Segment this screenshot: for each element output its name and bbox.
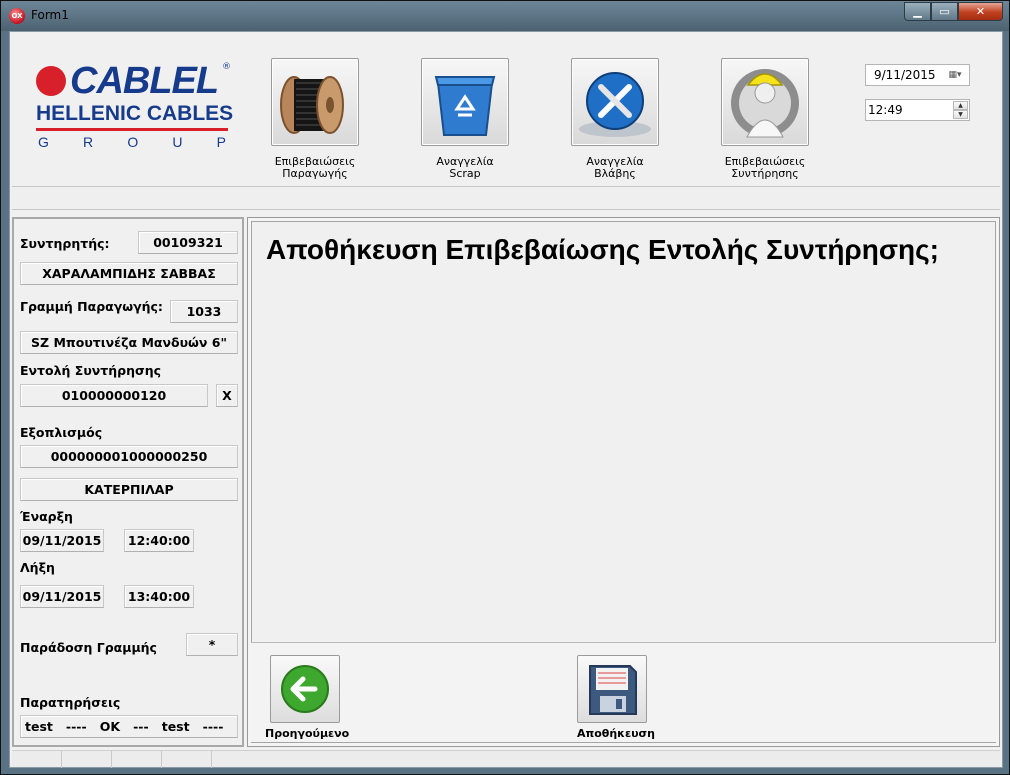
notes-field: test ---- OK --- test ---- [20, 715, 238, 738]
minimize-button[interactable]: ▁ [904, 2, 931, 21]
previous-label: Προηγούμενο [265, 727, 350, 740]
start-label: Έναρξη [20, 509, 73, 524]
save-confirmation-prompt: Αποθήκευση Επιβεβαίωσης Εντολής Συντήρησ… [266, 234, 939, 265]
production-confirmations-label: Επιβεβαιώσεις Παραγωγής [274, 155, 356, 180]
logo-red-dot [36, 66, 66, 96]
calendar-dropdown-icon[interactable]: ▦▾ [943, 67, 967, 83]
production-line-label: Γραμμή Παραγωγής: [20, 299, 163, 314]
technician-gear-icon [731, 69, 799, 138]
spin-up-icon[interactable]: ▲ [953, 101, 968, 110]
notes-label: Παρατηρήσεις [20, 695, 121, 710]
technician-code-field: 00109321 [138, 231, 238, 254]
maximize-button[interactable]: ▭ [931, 2, 958, 21]
save-button[interactable] [577, 655, 647, 723]
maintenance-confirmations-label: Επιβεβαιώσεις Συντήρησης [724, 155, 806, 180]
end-time-field: 13:40:00 [124, 585, 194, 608]
logo-subtitle: HELLENIC CABLES [36, 102, 234, 125]
logo-wordmark: CABLEL [70, 60, 219, 102]
back-arrow-icon [281, 665, 329, 713]
close-button[interactable]: ✕ [958, 2, 1003, 21]
production-line-code-field: 1033 [170, 300, 238, 323]
form-client-area: CABLEL ® HELLENIC CABLES G R O U P Επιβε… [9, 31, 1003, 768]
breakdown-report-button[interactable] [571, 58, 659, 146]
logo-registered-mark: ® [222, 62, 231, 72]
line-handover-label: Παράδοση Γραμμής [20, 640, 157, 655]
breakdown-report-label: Αναγγελία Βλάβης [586, 155, 644, 180]
end-label: Λήξη [20, 560, 55, 575]
technician-label: Συντηρητής: [20, 236, 110, 251]
title-bar[interactable]: OX Form1 ▁ ▭ ✕ [1, 1, 1009, 31]
scrap-report-button[interactable] [421, 58, 509, 146]
status-bar [12, 750, 1000, 768]
technician-name-field: ΧΑΡΑΛΑΜΠΙΔΗΣ ΣΑΒΒΑΣ [20, 262, 238, 285]
maintenance-info-panel: Συντηρητής: 00109321 ΧΑΡΑΛΑΜΠΙΔΗΣ ΣΑΒΒΑΣ… [12, 217, 244, 747]
floppy-disk-icon [589, 665, 637, 715]
maintenance-order-label: Εντολή Συντήρησης [20, 363, 162, 378]
spin-down-icon[interactable]: ▼ [953, 110, 968, 119]
maintenance-order-field: 010000000120 [20, 384, 208, 407]
equipment-code-field: 000000001000000250 [20, 445, 238, 468]
scrap-report-label: Αναγγελία Scrap [436, 155, 494, 180]
date-picker[interactable]: 9/11/2015 ▦▾ [865, 64, 970, 86]
app-window: OX Form1 ▁ ▭ ✕ CABLEL ® HELLENIC CABLES … [0, 0, 1010, 775]
start-date-field: 09/11/2015 [20, 529, 104, 552]
status-panel [12, 751, 62, 768]
confirmation-panel: Αποθήκευση Επιβεβαίωσης Εντολής Συντήρησ… [247, 217, 1000, 747]
status-panel [162, 751, 212, 768]
equipment-name-field: ΚΑΤΕΡΠΙΛΑΡ [20, 478, 238, 501]
toolbar-strip [12, 186, 1000, 210]
window-title: Form1 [31, 8, 69, 22]
production-confirmations-button[interactable] [271, 58, 359, 146]
status-panel [62, 751, 112, 768]
save-label: Αποθήκευση [577, 727, 655, 740]
time-picker[interactable]: 12:49 ▲ ▼ [865, 99, 970, 121]
action-bar: Προηγούμενο Αποθήκευση [251, 642, 996, 742]
cable-reel-icon [280, 76, 344, 134]
previous-button[interactable] [270, 655, 340, 723]
status-panel [112, 751, 162, 768]
clear-order-button[interactable]: X [216, 384, 238, 407]
tools-icon [579, 72, 651, 137]
line-handover-field: * [186, 633, 238, 656]
time-spinner[interactable]: ▲ ▼ [953, 101, 968, 119]
recycle-bin-icon [434, 76, 496, 136]
company-logo: CABLEL ® HELLENIC CABLES G R O U P [34, 60, 234, 156]
start-time-field: 12:40:00 [124, 529, 194, 552]
window-controls: ▁ ▭ ✕ [904, 2, 1003, 21]
maintenance-confirmations-button[interactable] [721, 58, 809, 146]
app-icon: OX [9, 8, 25, 24]
logo-group-text: G R O U P [38, 134, 226, 150]
production-line-name-field: SZ Μπουτινέζα Μανδυών 6" [20, 331, 238, 354]
end-date-field: 09/11/2015 [20, 585, 104, 608]
equipment-label: Εξοπλισμός [20, 425, 103, 440]
logo-underline [36, 128, 228, 131]
